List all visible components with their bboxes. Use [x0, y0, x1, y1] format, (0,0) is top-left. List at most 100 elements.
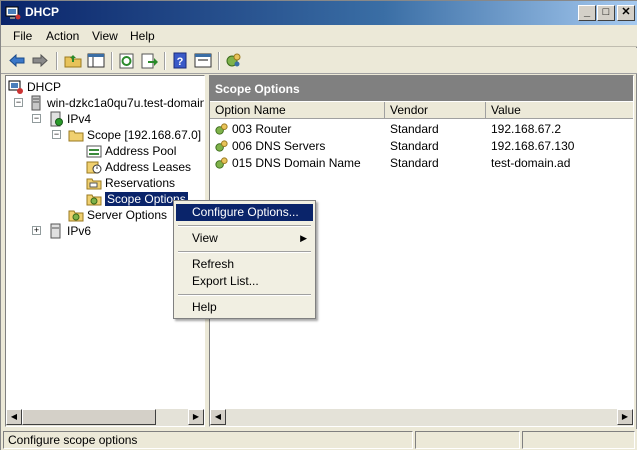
option-name: 006 DNS Servers [232, 139, 326, 153]
window-title: DHCP [25, 5, 60, 19]
svg-text:?: ? [177, 56, 184, 68]
details-horizontal-scrollbar[interactable]: ◀ ▶ [210, 409, 633, 426]
column-header-option-name[interactable]: Option Name [210, 102, 385, 119]
status-bar: Configure scope options [1, 429, 637, 450]
tree-item-server-options[interactable]: Server Options [68, 207, 167, 223]
menu-help-item[interactable]: Help [176, 299, 313, 316]
menu-configure-options[interactable]: Configure Options... [176, 204, 313, 221]
export-icon[interactable] [139, 51, 159, 70]
tree-label-dhcp: DHCP [27, 80, 62, 94]
menu-separator [178, 294, 311, 296]
menu-help[interactable]: Help [130, 29, 155, 43]
tree-item-scope[interactable]: Scope [192.168.67.0] D [68, 127, 205, 143]
scope-options-tree-icon [86, 194, 102, 206]
menu-separator [178, 225, 311, 227]
option-vendor: Standard [390, 156, 439, 170]
scroll-left-button[interactable]: ◀ [6, 409, 22, 425]
folder-icon [68, 130, 84, 142]
context-menu: Configure Options... View ▶ Refresh Expo… [173, 200, 316, 319]
address-leases-icon [86, 161, 102, 174]
close-button[interactable]: ✕ [617, 5, 635, 21]
refresh-icon[interactable] [117, 51, 137, 70]
tree-label-scope: Scope [192.168.67.0] D [87, 128, 205, 142]
scrollbar-thumb[interactable] [22, 409, 156, 425]
dhcp-window: DHCP _ □ ✕ File Action View Help ? DHCP … [0, 0, 637, 450]
list-row[interactable]: 015 DNS Domain Name Standard test-domain… [210, 155, 633, 172]
forward-icon[interactable] [30, 51, 50, 70]
column-header-value[interactable]: Value [486, 102, 633, 119]
title-bar[interactable]: DHCP _ □ ✕ [1, 1, 637, 25]
tree-label-address-pool: Address Pool [105, 144, 177, 158]
back-icon[interactable] [7, 51, 27, 70]
minimize-button[interactable]: _ [578, 5, 596, 21]
pane-title: Scope Options [210, 76, 633, 101]
scroll-right-button[interactable]: ▶ [617, 409, 633, 425]
toolbar: ? [1, 48, 637, 74]
status-panel [415, 431, 520, 449]
tree-label-reservations: Reservations [105, 176, 176, 190]
menu-refresh[interactable]: Refresh [176, 256, 313, 273]
collapse-ipv4-toggle[interactable]: − [32, 114, 41, 123]
reservations-icon [86, 178, 102, 190]
menu-view-submenu[interactable]: View ▶ [176, 230, 313, 247]
submenu-arrow-icon: ▶ [300, 233, 307, 243]
option-value: 192.168.67.2 [491, 122, 562, 136]
option-name: 015 DNS Domain Name [232, 156, 361, 170]
collapse-scope-toggle[interactable]: − [52, 130, 61, 139]
option-icon [215, 140, 228, 152]
option-icon [215, 123, 228, 135]
option-value: test-domain.ad [491, 156, 571, 170]
scroll-left-button[interactable]: ◀ [210, 409, 226, 425]
dhcp-root-icon [8, 80, 23, 94]
menu-export-list[interactable]: Export List... [176, 273, 313, 290]
tree-label-ipv4: IPv4 [67, 112, 92, 126]
up-folder-icon[interactable] [63, 51, 83, 70]
menu-file[interactable]: File [13, 29, 32, 43]
toolbar-separator [164, 52, 166, 70]
tree-horizontal-scrollbar[interactable]: ◀ ▶ [6, 409, 204, 426]
tree-label-address-leases: Address Leases [105, 160, 192, 174]
help-icon[interactable]: ? [170, 51, 190, 70]
menu-action[interactable]: Action [46, 29, 79, 43]
option-vendor: Standard [390, 139, 439, 153]
status-panel [522, 431, 635, 449]
tree-item-address-leases[interactable]: Address Leases [86, 159, 191, 175]
menu-bar: File Action View Help [1, 25, 637, 47]
tree-item-dhcp[interactable]: DHCP [8, 79, 61, 95]
toolbar-separator [111, 52, 113, 70]
ipv6-icon [50, 223, 61, 239]
collapse-server-toggle[interactable]: − [14, 98, 23, 107]
server-icon [31, 95, 41, 111]
tree-label-ipv6: IPv6 [67, 224, 92, 238]
address-pool-icon [86, 145, 102, 158]
maximize-button[interactable]: □ [597, 5, 615, 21]
tree-label-server-options: Server Options [87, 208, 168, 222]
tree-item-address-pool[interactable]: Address Pool [86, 143, 176, 159]
tree-item-ipv4[interactable]: IPv4 [48, 111, 91, 127]
scope-options-icon[interactable] [224, 51, 244, 70]
scroll-right-button[interactable]: ▶ [188, 409, 204, 425]
option-name: 003 Router [232, 122, 292, 136]
ipv4-icon [50, 111, 63, 127]
dhcp-app-icon [5, 6, 21, 20]
tree-item-ipv6[interactable]: IPv6 [48, 223, 91, 239]
option-vendor: Standard [390, 122, 439, 136]
expand-ipv6-toggle[interactable]: + [32, 226, 41, 235]
toolbar-separator [56, 52, 58, 70]
option-value: 192.168.67.130 [491, 139, 575, 153]
server-options-icon [68, 210, 84, 222]
option-icon [215, 157, 228, 169]
properties-icon[interactable] [193, 51, 213, 70]
menu-separator [178, 251, 311, 253]
tree-item-server[interactable]: win-dzkc1a0qu7u.test-domain.a [28, 95, 205, 111]
list-row[interactable]: 006 DNS Servers Standard 192.168.67.130 [210, 138, 633, 155]
show-hide-tree-icon[interactable] [86, 51, 106, 70]
toolbar-separator [218, 52, 220, 70]
list-row[interactable]: 003 Router Standard 192.168.67.2 [210, 121, 633, 138]
column-header-vendor[interactable]: Vendor [385, 102, 486, 119]
menu-view-label: View [192, 231, 218, 245]
tree-label-server: win-dzkc1a0qu7u.test-domain.a [47, 96, 205, 110]
menu-view[interactable]: View [92, 29, 118, 43]
status-text: Configure scope options [3, 431, 413, 449]
tree-item-reservations[interactable]: Reservations [86, 175, 175, 191]
